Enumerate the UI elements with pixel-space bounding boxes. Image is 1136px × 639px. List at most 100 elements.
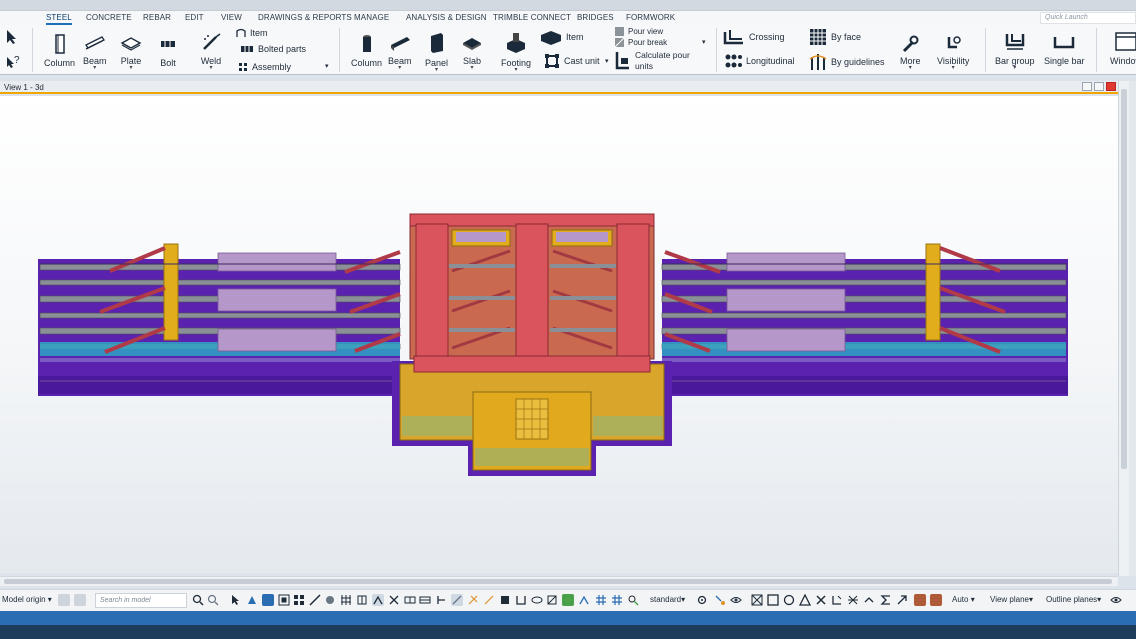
steel-item-button[interactable]: Item: [236, 28, 268, 38]
model-view-canvas[interactable]: [0, 96, 1118, 573]
snap-xlines-icon[interactable]: [847, 594, 859, 606]
snap-perpendicular-icon[interactable]: [435, 594, 447, 606]
select-pointer-icon[interactable]: [230, 594, 242, 606]
snap-corner-icon[interactable]: [831, 594, 843, 606]
snap-nearest-icon[interactable]: [499, 594, 511, 606]
tab-manage[interactable]: MANAGE: [354, 13, 389, 22]
tab-view[interactable]: VIEW: [221, 13, 242, 22]
vertical-scrollbar[interactable]: [1118, 81, 1129, 576]
by-face-button[interactable]: By face: [809, 28, 861, 46]
maximize-button[interactable]: [1094, 82, 1104, 91]
bolt-button[interactable]: Bolt: [159, 37, 177, 68]
tab-analysis-design[interactable]: ANALYSIS & DESIGN: [406, 13, 487, 22]
view-plane-dropdown[interactable]: View plane▾: [990, 595, 1033, 604]
snap-x-icon[interactable]: [815, 594, 827, 606]
select-object-icon[interactable]: [262, 594, 274, 606]
search-in-model-input[interactable]: Search in model: [95, 593, 187, 608]
eye-icon[interactable]: [730, 594, 742, 606]
auto-dropdown[interactable]: Auto ▾: [952, 595, 975, 604]
snap-end-icon[interactable]: [372, 594, 384, 606]
select-bolt-icon[interactable]: [356, 594, 368, 606]
by-guidelines-button[interactable]: By guidelines: [809, 53, 885, 71]
snap-arc-icon[interactable]: [531, 594, 543, 606]
horizontal-scroll-thumb[interactable]: [4, 579, 1112, 584]
tab-rebar[interactable]: REBAR: [143, 13, 171, 22]
select-component-icon[interactable]: [278, 594, 290, 606]
select-switch-icon[interactable]: [714, 594, 726, 606]
concrete-column-button[interactable]: Column: [351, 33, 382, 68]
slab-button[interactable]: Slab ▾: [461, 33, 483, 71]
tab-trimble-connect[interactable]: TRIMBLE CONNECT: [493, 13, 571, 22]
snap-points-icon[interactable]: [611, 594, 623, 606]
quick-launch-input[interactable]: Quick Launch: [1040, 12, 1136, 24]
more-button[interactable]: More ▾: [900, 35, 921, 71]
bolted-parts-button[interactable]: Bolted parts: [240, 44, 306, 54]
panel-button[interactable]: Panel ▾: [425, 31, 448, 73]
tab-concrete[interactable]: CONCRETE: [86, 13, 132, 22]
horizontal-scrollbar[interactable]: [0, 576, 1118, 586]
standard-dropdown[interactable]: standard▾: [650, 595, 685, 604]
snap-geometry-icon[interactable]: [467, 594, 479, 606]
visibility-button[interactable]: Visibility ▾: [937, 35, 969, 71]
snap-fill-2-icon[interactable]: [930, 594, 942, 606]
vertical-scroll-thumb[interactable]: [1121, 89, 1127, 469]
pour-break-button[interactable]: Pour break: [615, 38, 667, 47]
work-plane-button[interactable]: [58, 594, 70, 606]
tab-steel[interactable]: STEEL: [46, 13, 72, 25]
tab-bridges[interactable]: BRIDGES: [577, 13, 614, 22]
snap-grid-icon[interactable]: [595, 594, 607, 606]
settings-gear-icon[interactable]: [696, 594, 708, 606]
snap-sum-icon[interactable]: [880, 594, 892, 606]
select-part-icon[interactable]: [324, 594, 336, 606]
snap-triangle-icon[interactable]: [799, 594, 811, 606]
model-origin-dropdown[interactable]: Model origin ▾: [2, 595, 52, 604]
snap-arrow-icon[interactable]: [896, 594, 908, 606]
pour-dropdown-icon[interactable]: ▾: [702, 38, 706, 46]
side-panel-strip[interactable]: [1129, 81, 1136, 576]
assembly-dropdown-icon[interactable]: ▾: [325, 62, 329, 70]
snap-override-icon[interactable]: [627, 594, 639, 606]
tab-edit[interactable]: EDIT: [185, 13, 204, 22]
longitudinal-button[interactable]: Longitudinal: [724, 53, 795, 69]
snap-plane-icon[interactable]: [562, 594, 574, 606]
cast-unit-button[interactable]: Cast unit: [544, 53, 600, 69]
snap-fill-icon[interactable]: [914, 594, 926, 606]
weld-button[interactable]: Weld ▾: [200, 31, 222, 71]
snap-tangent-icon[interactable]: [546, 594, 558, 606]
query-tool-button[interactable]: ?: [4, 53, 22, 69]
concrete-beam-button[interactable]: Beam ▾: [388, 33, 412, 71]
grid-toggle-button[interactable]: [74, 594, 86, 606]
snap-free-icon[interactable]: [578, 594, 590, 606]
tab-formwork[interactable]: FORMWORK: [626, 13, 675, 22]
snap-box-x-icon[interactable]: [751, 594, 763, 606]
single-bar-button[interactable]: Single bar: [1044, 33, 1085, 66]
select-reinforcement-icon[interactable]: [340, 594, 352, 606]
minimize-button[interactable]: [1082, 82, 1092, 91]
steel-column-button[interactable]: Column: [44, 33, 75, 68]
snap-chevron-icon[interactable]: [863, 594, 875, 606]
cast-unit-dropdown-icon[interactable]: ▾: [605, 57, 609, 65]
snap-circle-icon[interactable]: [783, 594, 795, 606]
select-grid-icon[interactable]: [293, 594, 305, 606]
window-button[interactable]: Window: [1110, 31, 1136, 66]
select-assembly-icon[interactable]: [246, 594, 258, 606]
outline-planes-dropdown[interactable]: Outline planes▾: [1046, 595, 1101, 604]
steel-beam-button[interactable]: Beam ▾: [83, 33, 107, 71]
tab-drawings-reports[interactable]: DRAWINGS & REPORTS: [258, 13, 352, 22]
footing-button[interactable]: Footing ▾: [501, 31, 531, 73]
snap-cross-icon[interactable]: [388, 594, 400, 606]
snap-ref-icon[interactable]: [451, 594, 463, 606]
snap-line-icon[interactable]: [419, 594, 431, 606]
snap-extension-icon[interactable]: [483, 594, 495, 606]
snap-box-icon[interactable]: [767, 594, 779, 606]
pour-view-button[interactable]: Pour view: [615, 27, 663, 36]
steel-plate-button[interactable]: Plate ▾: [120, 33, 142, 71]
select-tool-button[interactable]: [4, 29, 20, 45]
select-line-icon[interactable]: [309, 594, 321, 606]
assembly-button[interactable]: Assembly: [238, 62, 291, 72]
visibility-eye-icon[interactable]: [1110, 594, 1122, 606]
snap-center-icon[interactable]: [515, 594, 527, 606]
advanced-search-icon[interactable]: [207, 594, 219, 606]
concrete-item-button[interactable]: Item: [540, 29, 584, 45]
search-icon[interactable]: [192, 594, 204, 606]
